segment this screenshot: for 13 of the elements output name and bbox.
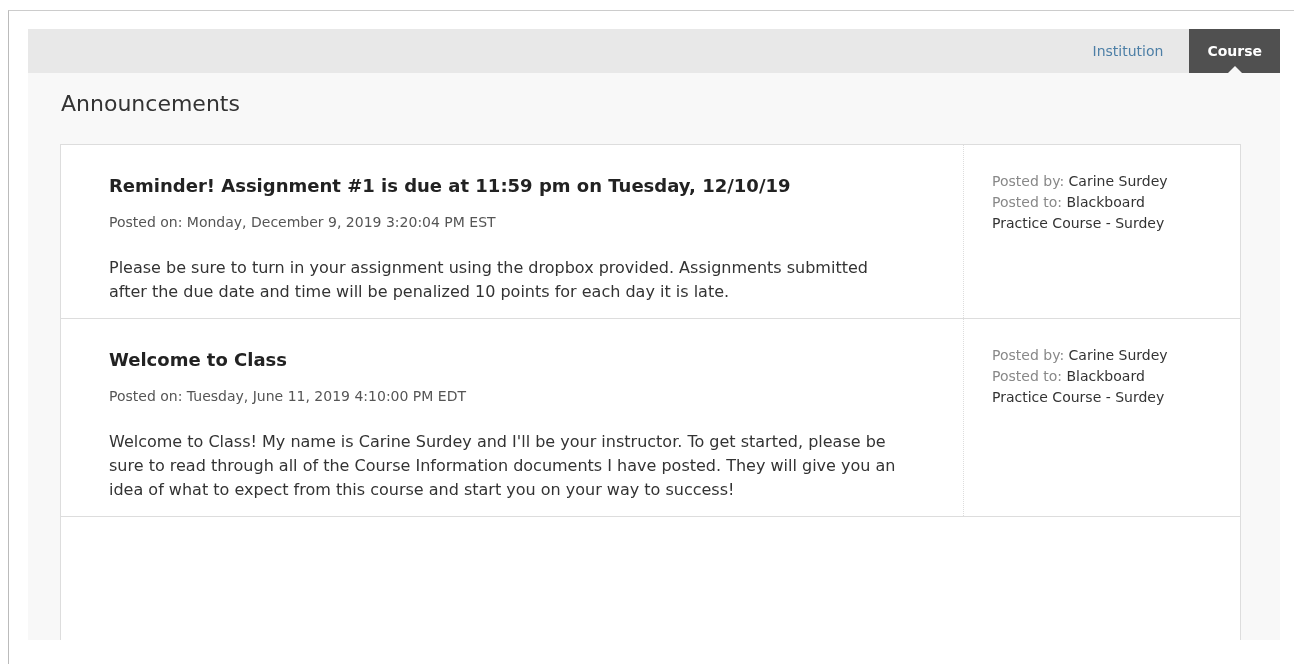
posted-on-text: Posted on: Tuesday, June 11, 2019 4:10:00 PM EDT (109, 388, 467, 404)
posted-by-text: Posted by: Carine Surdey (992, 346, 1169, 365)
announcement-title: Welcome to Class (109, 349, 289, 370)
posted-to-text: Posted to: Blackboard Practice Course - Surdey (992, 367, 1166, 407)
announcement-title: Reminder! Assignment #1 is due at 11:59 pm on Tuesday, 12/10/19 (109, 175, 792, 196)
posted-by-text: Posted by: Carine Surdey (992, 172, 1169, 191)
tab[interactable]: Institution (1066, 29, 1190, 73)
tab[interactable]: Course (1189, 29, 1280, 73)
announcement-body: Please be sure to turn in your assignment using the dropbox provided. Assignments submitted after the due date and time will be penalized 10 points for each day it is late. (109, 257, 869, 303)
posted-on-text: Posted on: Monday, December 9, 2019 3:20:04 PM EST (109, 214, 497, 230)
announcement-body: Welcome to Class! My name is Carine Surdey and I'll be your instructor. To get started, please be sure to read through all of the Course Information documents I have posted. They will give you an idea of what to expect from this course and start you on your way to success! (109, 431, 897, 501)
posted-to-text: Posted to: Blackboard Practice Course - Surdey (992, 193, 1166, 233)
page-title: Announcements (60, 90, 241, 118)
